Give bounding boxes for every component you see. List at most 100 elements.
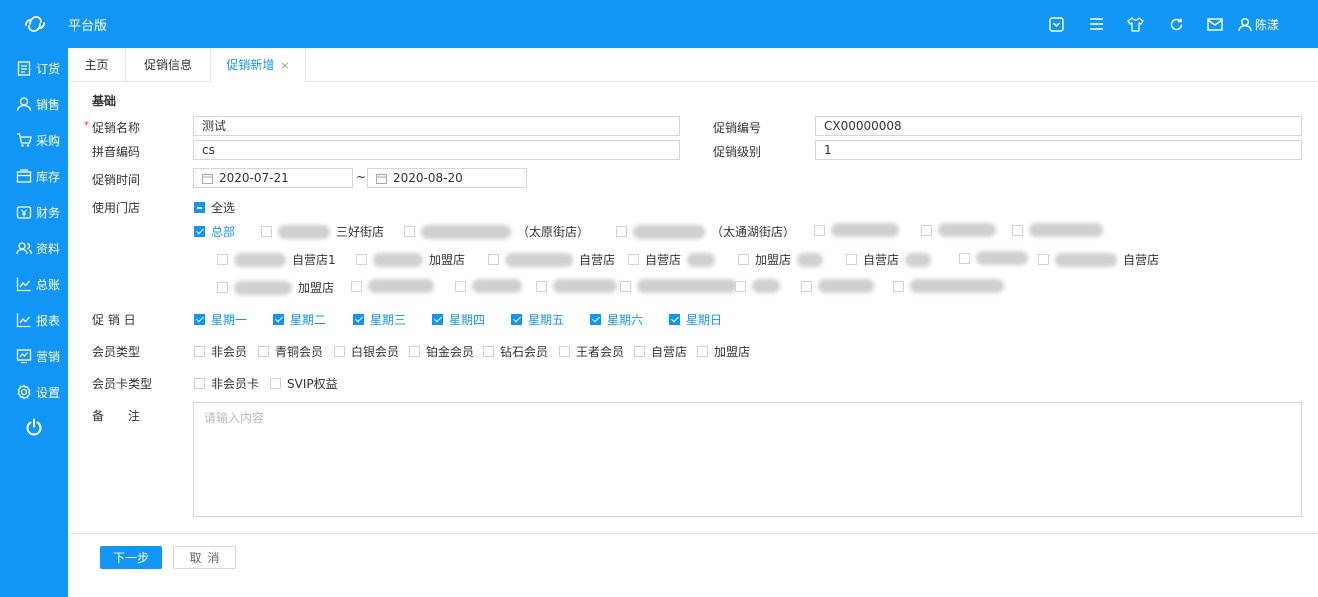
date-separator: ~	[356, 170, 367, 184]
promo-code-input[interactable]: CX00000008	[815, 116, 1302, 136]
start-date-input[interactable]: 2020-07-21	[193, 168, 353, 188]
card-type-checkbox[interactable]: 非会员卡	[194, 375, 259, 392]
store-checkbox[interactable]	[351, 279, 434, 293]
level-input[interactable]: 1	[815, 140, 1302, 160]
sidebar-item-finance[interactable]: 财务	[16, 202, 60, 222]
store-checkbox[interactable]: 自营店	[846, 251, 932, 268]
promo-name-input[interactable]: 测试	[193, 116, 680, 136]
day-checkbox[interactable]: 星期四	[432, 311, 485, 328]
tab-close-icon[interactable]: ×	[280, 59, 289, 72]
user-icon	[16, 97, 32, 112]
store-checkbox[interactable]: 三好街店	[261, 223, 384, 240]
sidebar: 订货 销售 采购 库存 财务 资料 总账 报表 营销 设置	[0, 48, 68, 597]
remark-textarea[interactable]: 请输入内容	[193, 402, 1302, 517]
promo-days-label: 促 销 日	[92, 313, 136, 327]
member-type-checkbox[interactable]: 青铜会员	[258, 343, 323, 360]
card-type-checkbox[interactable]: SVIP权益	[270, 375, 338, 392]
day-checkbox[interactable]: 星期六	[590, 311, 643, 328]
sidebar-item-marketing[interactable]: 营销	[16, 346, 60, 366]
store-checkbox[interactable]: 自营店	[628, 251, 716, 268]
member-type-checkbox[interactable]: 铂金会员	[409, 343, 474, 360]
tab-promo-add[interactable]: 促销新增 ×	[211, 48, 306, 83]
box-icon	[16, 169, 32, 183]
day-checkbox[interactable]: 星期三	[353, 311, 406, 328]
member-type-checkbox[interactable]: 加盟店	[697, 343, 750, 360]
users-icon	[16, 242, 32, 255]
store-checkbox[interactable]	[814, 223, 899, 237]
store-checkbox[interactable]: 加盟店	[356, 251, 465, 268]
monitor-icon	[16, 349, 32, 364]
select-all-checkbox[interactable]: 全选	[194, 199, 235, 216]
brand-title: 平台版	[68, 19, 108, 34]
member-type-checkbox[interactable]: 自营店	[634, 343, 687, 360]
menu-icon[interactable]	[1087, 15, 1105, 33]
store-checkbox[interactable]	[536, 279, 617, 293]
pinyin-input[interactable]: cs	[193, 140, 680, 160]
stores-label: 使用门店	[92, 201, 141, 215]
top-bar: 平台版 陈漾	[0, 0, 1318, 48]
store-checkbox[interactable]: 加盟店	[738, 251, 824, 268]
calendar-icon	[202, 173, 213, 184]
calendar-icon	[376, 173, 387, 184]
chart-icon	[16, 313, 31, 328]
user-menu[interactable]: 陈漾	[1238, 15, 1279, 33]
next-step-button[interactable]: 下一步	[100, 546, 162, 569]
footer-divider	[68, 533, 1318, 534]
store-checkbox[interactable]	[921, 223, 996, 237]
user-icon	[1238, 17, 1252, 31]
member-type-checkbox[interactable]: 钻石会员	[483, 343, 548, 360]
refresh-icon[interactable]	[1167, 15, 1185, 33]
store-checkbox[interactable]	[801, 279, 874, 293]
power-icon[interactable]	[25, 418, 43, 436]
tab-promo-info[interactable]: 促销信息	[126, 48, 211, 82]
day-checkbox[interactable]: 星期一	[194, 311, 247, 328]
member-type-checkbox[interactable]: 王者会员	[559, 343, 624, 360]
cancel-button[interactable]: 取消	[173, 546, 236, 569]
sidebar-item-report[interactable]: 报表	[16, 310, 60, 330]
day-checkbox[interactable]: 星期日	[669, 311, 722, 328]
store-checkbox[interactable]	[455, 279, 522, 293]
day-checkbox[interactable]: 星期五	[511, 311, 564, 328]
member-type-label: 会员类型	[92, 345, 141, 359]
sidebar-item-order[interactable]: 订货	[16, 58, 60, 78]
promo-time-label: 促销时间	[92, 173, 141, 187]
user-name: 陈漾	[1255, 17, 1280, 32]
tab-home[interactable]: 主页	[68, 48, 126, 82]
sidebar-item-inventory[interactable]: 库存	[16, 166, 60, 186]
gear-icon	[17, 384, 31, 400]
store-checkbox[interactable]	[620, 279, 737, 293]
section-title: 基础	[92, 94, 117, 108]
pinyin-label: 拼音编码	[92, 145, 141, 159]
remark-label: 备 注	[92, 409, 141, 423]
store-checkbox[interactable]	[959, 251, 1028, 265]
promo-name-label: * 促销名称	[84, 120, 141, 135]
sidebar-item-ledger[interactable]: 总账	[16, 274, 60, 294]
store-checkbox[interactable]: 自营店1	[217, 251, 336, 268]
store-checkbox[interactable]: 加盟店	[217, 279, 334, 296]
shirt-icon[interactable]	[1126, 15, 1144, 33]
tab-bar: 主页 促销信息 促销新增 ×	[68, 48, 1318, 83]
level-label: 促销级别	[713, 145, 762, 159]
sidebar-item-data[interactable]: 资料	[16, 238, 60, 258]
dropdown-square-icon[interactable]	[1047, 15, 1065, 33]
end-date-input[interactable]: 2020-08-20	[367, 168, 527, 188]
sidebar-item-sales[interactable]: 销售	[16, 94, 60, 114]
store-checkbox[interactable]	[1012, 223, 1103, 237]
store-checkbox[interactable]: 自营店	[488, 251, 615, 268]
member-type-checkbox[interactable]: 非会员	[194, 343, 247, 360]
cart-icon	[17, 133, 32, 147]
store-checkbox[interactable]: （太通湖街店）	[616, 223, 795, 240]
chart-icon	[16, 277, 31, 292]
mail-icon[interactable]	[1206, 15, 1224, 33]
member-type-checkbox[interactable]: 白银会员	[334, 343, 399, 360]
store-checkbox[interactable]	[735, 279, 780, 293]
store-checkbox[interactable]: 自营店	[1038, 251, 1159, 268]
day-checkbox[interactable]: 星期二	[273, 311, 326, 328]
store-checkbox[interactable]: 总部	[194, 223, 235, 240]
sidebar-item-purchase[interactable]: 采购	[16, 130, 60, 150]
store-checkbox[interactable]	[893, 279, 1004, 293]
store-checkbox[interactable]: （太原街店）	[404, 223, 589, 240]
sidebar-item-settings[interactable]: 设置	[16, 382, 60, 402]
card-type-label: 会员卡类型	[92, 377, 153, 391]
logo-icon	[25, 16, 45, 32]
